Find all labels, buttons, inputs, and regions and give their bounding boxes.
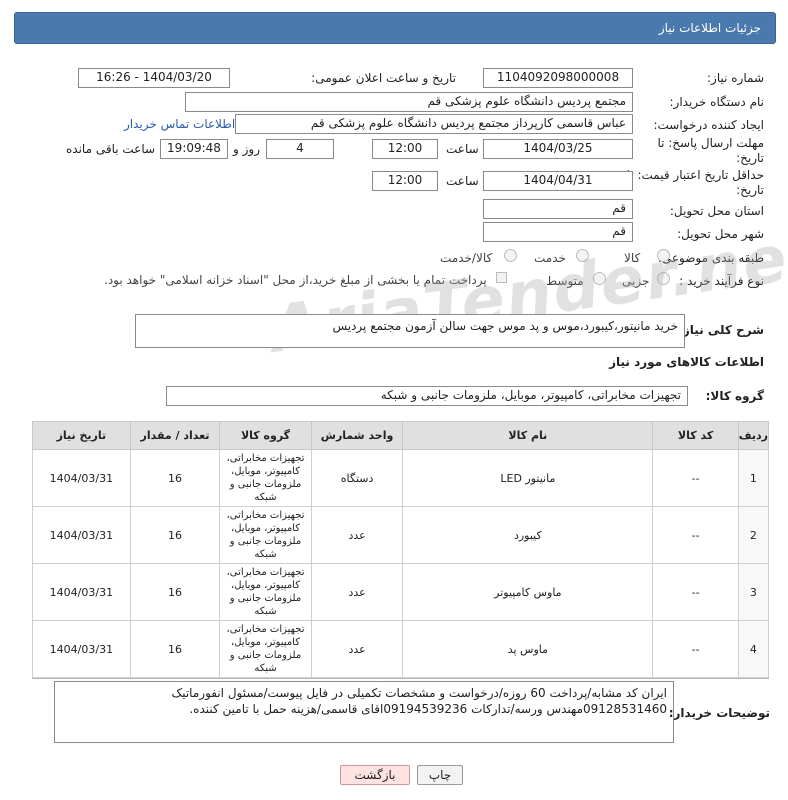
- item-code: --: [652, 506, 739, 564]
- col-date: تاریخ نیاز: [32, 421, 131, 450]
- item-code: --: [652, 449, 739, 507]
- page-header: جزئیات اطلاعات نیاز: [14, 12, 776, 44]
- item-group: تجهیزات مخابراتی، کامپیوتر، موبایل، ملزو…: [219, 620, 312, 678]
- province-field: قم: [483, 199, 633, 219]
- back-button[interactable]: بازگشت: [340, 765, 410, 785]
- deadline-label: مهلت ارسال پاسخ: تا تاریخ:: [657, 136, 764, 165]
- province-label: استان محل تحویل:: [669, 204, 764, 218]
- page-title: جزئیات اطلاعات نیاز: [658, 21, 761, 35]
- row-number: 3: [737, 563, 770, 621]
- item-group: تجهیزات مخابراتی، کامپیوتر، موبایل، ملزو…: [219, 449, 312, 507]
- buyer-contact-link[interactable]: اطلاعات تماس خریدار: [124, 117, 235, 131]
- row-number: 4: [737, 620, 770, 678]
- days-label: روز و: [233, 142, 260, 156]
- item-unit: عدد: [310, 506, 404, 564]
- item-unit: عدد: [310, 620, 404, 678]
- validity-time-label: ساعت: [446, 174, 479, 188]
- item-name: کیبورد: [402, 506, 654, 564]
- item-date: 1404/03/31: [32, 506, 131, 564]
- validity-date-field: 1404/04/31: [483, 171, 633, 191]
- table-row: 2 -- کیبورد عدد تجهیزات مخابراتی، کامپیو…: [32, 506, 770, 564]
- goods-section-title: اطلاعات کالاهای مورد نیاز: [609, 355, 764, 369]
- item-group: تجهیزات مخابراتی، کامپیوتر، موبایل، ملزو…: [219, 506, 312, 564]
- item-name: مانیتور LED: [402, 449, 654, 507]
- remaining-time-field: 19:09:48: [160, 139, 228, 159]
- col-name: نام کالا: [402, 421, 654, 450]
- deadline-date-field: 1404/03/25: [483, 139, 633, 159]
- row-number: 2: [737, 506, 770, 564]
- item-date: 1404/03/31: [32, 620, 131, 678]
- print-button[interactable]: چاپ: [417, 765, 463, 785]
- deadline-time-field: 12:00: [372, 139, 438, 159]
- need-number-label: شماره نیاز:: [707, 71, 764, 85]
- col-unit: واحد شمارش: [310, 421, 404, 450]
- item-date: 1404/03/31: [32, 449, 131, 507]
- row-number: 1: [737, 449, 770, 507]
- item-unit: دستگاه: [310, 449, 404, 507]
- col-row: ردیف: [737, 421, 770, 450]
- buyer-notes-field[interactable]: ایران کد مشابه/پرداخت 60 روزه/درخواست و …: [54, 681, 674, 743]
- col-qty: تعداد / مقدار: [129, 421, 221, 450]
- item-group: تجهیزات مخابراتی، کامپیوتر، موبایل، ملزو…: [219, 563, 312, 621]
- notes-label: توضیحات خریدار:: [668, 706, 770, 720]
- days-field: 4: [266, 139, 334, 159]
- item-date: 1404/03/31: [32, 563, 131, 621]
- col-group: گروه کالا: [219, 421, 312, 450]
- item-qty: 16: [129, 449, 221, 507]
- table-row: 1 -- مانیتور LED دستگاه تجهیزات مخابراتی…: [32, 449, 770, 507]
- city-field: قم: [483, 222, 633, 242]
- description-field[interactable]: خرید مانیتور،کیبورد،موس و پد موس جهت سال…: [135, 314, 685, 348]
- item-qty: 16: [129, 563, 221, 621]
- item-qty: 16: [129, 620, 221, 678]
- item-code: --: [652, 620, 739, 678]
- deadline-time-label: ساعت: [446, 142, 479, 156]
- item-name: ماوس پد: [402, 620, 654, 678]
- creator-label: ایجاد کننده درخواست:: [653, 118, 764, 132]
- creator-field: عباس قاسمی کارپرداز مجتمع پردیس دانشگاه …: [235, 114, 633, 134]
- table-row: 3 -- ماوس کامپیوتر عدد تجهیزات مخابراتی،…: [32, 563, 770, 621]
- announce-label: تاریخ و ساعت اعلان عمومی:: [311, 71, 456, 85]
- goods-group-field: تجهیزات مخابراتی، کامپیوتر، موبایل، ملزو…: [166, 386, 688, 406]
- buyer-label: نام دستگاه خریدار:: [669, 95, 765, 109]
- goods-group-label: گروه کالا:: [705, 389, 764, 403]
- announce-datetime-field: 1404/03/20 - 16:26: [78, 68, 230, 88]
- need-number-field: 1104092098000008: [483, 68, 633, 88]
- item-qty: 16: [129, 506, 221, 564]
- col-code: کد کالا: [652, 421, 739, 450]
- items-table: ردیف کد کالا نام کالا واحد شمارش گروه کا…: [32, 421, 770, 678]
- item-code: --: [652, 563, 739, 621]
- buyer-field: مجتمع پردیس دانشگاه علوم پزشکی قم: [185, 92, 633, 112]
- description-label: شرح کلی نیاز:: [678, 323, 764, 337]
- table-row: 4 -- ماوس پد عدد تجهیزات مخابراتی، کامپی…: [32, 620, 770, 678]
- validity-label: حداقل تاریخ اعتبار قیمت: تا تاریخ:: [626, 168, 764, 197]
- remaining-label: ساعت باقی مانده: [66, 142, 156, 156]
- item-name: ماوس کامپیوتر: [402, 563, 654, 621]
- validity-time-field: 12:00: [372, 171, 438, 191]
- item-unit: عدد: [310, 563, 404, 621]
